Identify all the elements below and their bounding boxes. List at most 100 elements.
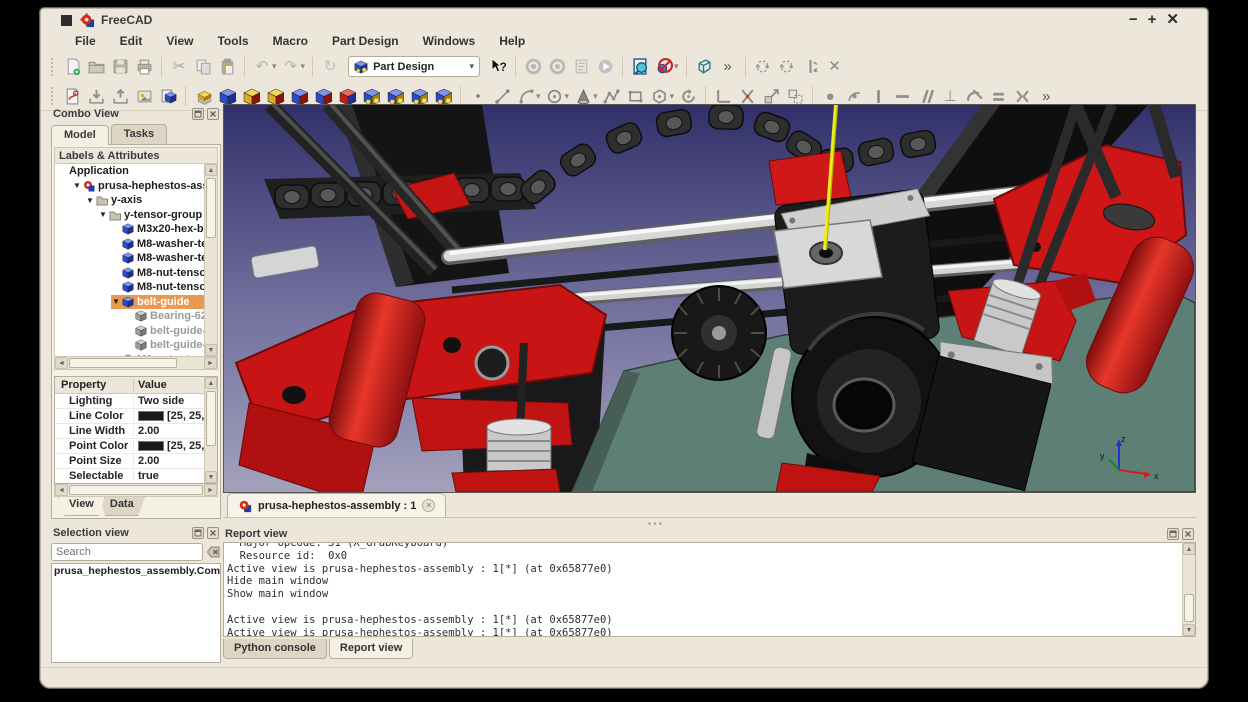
toolbar-handle[interactable] [51, 58, 56, 76]
tree-item-belt-guide-ha[interactable]: belt-guide-ha [55, 324, 204, 339]
scroll-right-icon[interactable]: ► [204, 357, 217, 369]
property-row-point-color[interactable]: Point Color [25, 25, 25] [55, 439, 204, 454]
tree-hscrollbar[interactable]: ◄ ► [54, 357, 218, 370]
tree-item-y-axis[interactable]: ▼y-axis [55, 193, 204, 208]
close-panel-icon[interactable] [207, 527, 219, 539]
macro-stop-icon[interactable] [545, 55, 569, 79]
draw-style-icon[interactable] [652, 55, 676, 79]
scroll-right-icon[interactable]: ► [204, 484, 217, 496]
selection-list-item[interactable]: prusa_hephestos_assembly.CompoundC [52, 564, 220, 578]
minimize-button[interactable]: − [1129, 13, 1138, 27]
scroll-up-icon[interactable]: ▲ [205, 164, 217, 176]
copy-icon[interactable] [191, 55, 215, 79]
window-menu-icon[interactable] [61, 15, 72, 26]
paste-icon[interactable] [215, 55, 239, 79]
tree-item-m8-nut-tensor-2[interactable]: M8-nut-tensor-2 [55, 280, 204, 295]
scroll-thumb[interactable] [69, 485, 203, 495]
scroll-thumb[interactable] [1184, 594, 1194, 622]
scroll-thumb[interactable] [69, 358, 177, 368]
tab-python-console[interactable]: Python console [223, 639, 327, 659]
scroll-left-icon[interactable]: ◄ [55, 357, 68, 369]
tree-vscrollbar[interactable]: ▲ ▼ [204, 164, 217, 356]
float-panel-icon[interactable] [192, 527, 204, 539]
property-row-lighting[interactable]: Lighting Two side [55, 394, 204, 409]
menu-file[interactable]: File [65, 32, 106, 50]
tree-item-prusa-hephestos-assembly[interactable]: ▼prusa-hephestos-assembly [55, 179, 204, 194]
tree-item-bearing-623z[interactable]: Bearing-623z [55, 309, 204, 324]
property-value[interactable]: Two side [133, 395, 204, 407]
macro-record-icon[interactable] [521, 55, 545, 79]
menu-help[interactable]: Help [489, 32, 535, 50]
tab-report-view[interactable]: Report view [329, 639, 413, 659]
validate-sketch-icon[interactable] [799, 55, 823, 79]
toolbar-handle[interactable] [51, 87, 56, 105]
property-row-line-color[interactable]: Line Color [25, 25, 25] [55, 409, 204, 424]
pad-icon[interactable] [191, 84, 215, 108]
edit-sketch-icon[interactable] [751, 55, 775, 79]
tree-item-application[interactable]: Application [55, 164, 204, 179]
menu-tools[interactable]: Tools [207, 32, 258, 50]
merge-sketch-icon[interactable]: ✕ [823, 55, 847, 79]
export-icon[interactable] [108, 84, 132, 108]
tab-model[interactable]: Model [51, 125, 109, 145]
refresh-icon[interactable]: ↻ [318, 55, 342, 79]
save-icon[interactable] [108, 55, 132, 79]
create-sketch-icon[interactable] [60, 84, 84, 108]
close-panel-icon[interactable] [207, 108, 219, 120]
reorient-sketch-icon[interactable] [775, 55, 799, 79]
whats-this-icon[interactable]: ? [486, 55, 510, 79]
cut-icon[interactable]: ✂ [167, 55, 191, 79]
scroll-thumb[interactable] [206, 178, 216, 238]
document-tab[interactable]: prusa-hephestos-assembly : 1 ✕ [227, 493, 446, 517]
close-button[interactable]: ✕ [1166, 13, 1179, 27]
report-vscrollbar[interactable]: ▲ ▼ [1182, 543, 1195, 636]
float-panel-icon[interactable] [192, 108, 204, 120]
tree-expander-icon[interactable]: ▼ [111, 297, 121, 306]
open-file-icon[interactable] [84, 55, 108, 79]
sketch-view-icon[interactable] [132, 84, 156, 108]
tree-item-m3x20-hex-bolt[interactable]: M3x20-hex-bolt [55, 222, 204, 237]
macros-dialog-icon[interactable] [569, 55, 593, 79]
search-input[interactable] [51, 543, 203, 561]
clear-search-icon[interactable] [206, 544, 221, 560]
redo-icon[interactable]: ↷ [279, 55, 303, 79]
workbench-selector[interactable]: Part Design ▾ [348, 56, 480, 77]
scroll-left-icon[interactable]: ◄ [55, 484, 68, 496]
scroll-down-icon[interactable]: ▼ [1183, 624, 1195, 636]
float-panel-icon[interactable] [1167, 528, 1179, 540]
new-file-icon[interactable] [60, 55, 84, 79]
menu-edit[interactable]: Edit [110, 32, 153, 50]
tree-item-belt-guide-ha[interactable]: belt-guide-ha [55, 338, 204, 353]
fit-all-icon[interactable] [628, 55, 652, 79]
import-icon[interactable] [84, 84, 108, 108]
maximize-button[interactable]: + [1148, 13, 1157, 27]
title-bar[interactable]: FreeCAD −+✕ [41, 9, 1207, 31]
menu-part-design[interactable]: Part Design [322, 32, 409, 50]
undo-icon[interactable]: ↶ [250, 55, 274, 79]
tree-item-y-tensor-group[interactable]: ▼y-tensor-group [55, 208, 204, 223]
scroll-down-icon[interactable]: ▼ [205, 344, 217, 356]
tree-expander-icon[interactable]: ▼ [72, 181, 82, 190]
isometric-view-icon[interactable] [692, 55, 716, 79]
tree-item-belt-guide[interactable]: ▼ belt-guide [55, 295, 204, 310]
print-icon[interactable] [132, 55, 156, 79]
scroll-up-icon[interactable]: ▲ [205, 377, 217, 389]
scroll-up-icon[interactable]: ▲ [1183, 543, 1195, 555]
report-console[interactable]: Major opcode: 31 (X_GrabKeyboard) Resour… [223, 542, 1196, 637]
property-row-selectable[interactable]: Selectable true [55, 469, 204, 483]
tree-expander-icon[interactable]: ▼ [85, 196, 95, 205]
property-value[interactable]: [25, 25, 25] [133, 440, 204, 452]
view-overflow-icon[interactable]: » [716, 55, 740, 79]
property-row-point-size[interactable]: Point Size 2.00 [55, 454, 204, 469]
viewport-3d[interactable]: z x y [223, 104, 1196, 493]
tab-data[interactable]: Data [99, 497, 145, 516]
tab-tasks[interactable]: Tasks [111, 124, 167, 144]
tree-expander-icon[interactable]: ▼ [98, 210, 108, 219]
property-value[interactable]: [25, 25, 25] [133, 410, 204, 422]
section-view-icon[interactable] [156, 84, 180, 108]
close-document-icon[interactable]: ✕ [422, 499, 435, 512]
menu-view[interactable]: View [156, 32, 203, 50]
property-row-line-width[interactable]: Line Width 2.00 [55, 424, 204, 439]
props-vscrollbar[interactable]: ▲ ▼ [204, 377, 217, 483]
property-value[interactable]: 2.00 [133, 455, 204, 467]
